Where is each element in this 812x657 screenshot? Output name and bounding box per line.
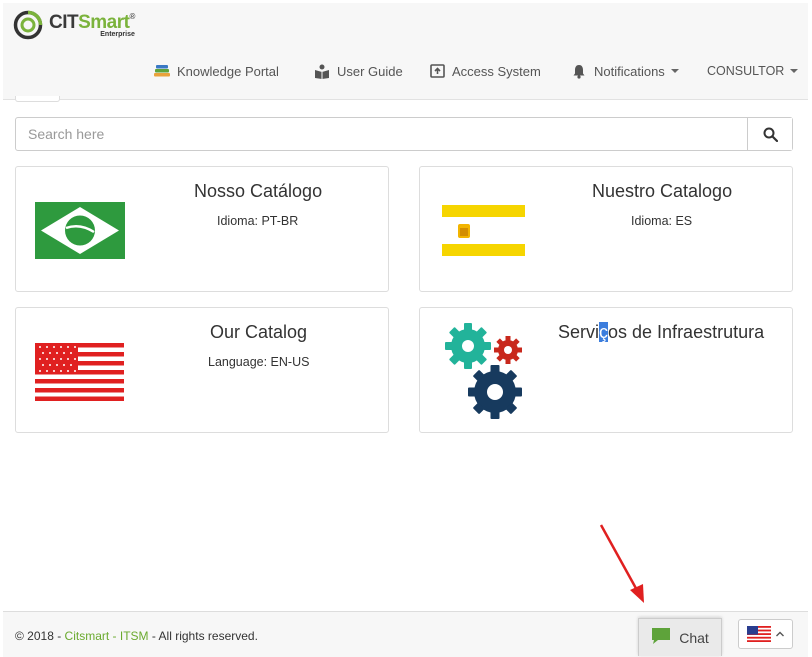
citsmart-logo[interactable]: CITSmart® Enterprise [13, 9, 135, 41]
logo-title: CITSmart® [49, 11, 135, 33]
top-header: CITSmart® Enterprise Knowledge Portal Us… [3, 3, 808, 100]
card-subtitle: Idioma: PT-BR [217, 214, 299, 228]
card-subtitle: Language: EN-US [208, 355, 310, 369]
external-window-icon [428, 63, 446, 79]
stack-books-icon [153, 63, 171, 79]
logo-text: CITSmart® Enterprise [49, 11, 135, 38]
nav-user-menu[interactable]: CONSULTOR [707, 64, 799, 78]
chat-label: Chat [679, 629, 709, 646]
search-input[interactable] [16, 118, 747, 150]
nav-notifications[interactable]: Notifications [570, 63, 679, 79]
top-nav: Knowledge Portal User Guide Access Syste… [3, 63, 808, 83]
card-title: Our Catalog [210, 322, 308, 342]
brazil-flag [35, 202, 125, 259]
text-selection: ç [599, 322, 609, 342]
nav-user-guide-label: User Guide [337, 63, 403, 79]
card-title: Serviços de Infraestrutura [558, 322, 765, 342]
tab-stub [15, 96, 60, 102]
nav-access-system-label: Access System [452, 63, 541, 79]
bell-icon [570, 63, 588, 79]
spain-flag [442, 205, 525, 256]
language-selector[interactable] [738, 619, 793, 649]
card-subtitle: Idioma: ES [631, 214, 693, 228]
nav-user-label: CONSULTOR [707, 64, 785, 78]
catalog-search [15, 117, 793, 151]
nav-access-system[interactable]: Access System [428, 63, 541, 79]
gears-icon [445, 323, 522, 419]
usa-flag [35, 343, 124, 401]
nav-user-guide[interactable]: User Guide [313, 63, 403, 79]
catalog-card-infra[interactable]: Serviços de Infraestrutura [419, 307, 793, 433]
chevron-down-icon [670, 69, 679, 73]
nav-notifications-label: Notifications [594, 63, 665, 79]
citsmart-logo-icon [13, 10, 43, 40]
book-reader-icon [313, 63, 331, 79]
page-footer: © 2018 - Citsmart - ITSM - All rights re… [3, 611, 808, 657]
chevron-down-icon [790, 69, 799, 73]
catalog-card-es[interactable]: Nuestro Catalogo Idioma: ES [419, 166, 793, 292]
nav-knowledge-portal[interactable]: Knowledge Portal [153, 63, 279, 79]
chat-bubble-icon [651, 627, 671, 648]
usa-flag-icon [746, 626, 771, 642]
nav-knowledge-portal-label: Knowledge Portal [177, 63, 279, 79]
catalog-card-en-us[interactable]: Our Catalog Language: EN-US [15, 307, 389, 433]
copyright-text: © 2018 - Citsmart - ITSM - All rights re… [15, 629, 258, 643]
chat-button[interactable]: Chat [638, 618, 722, 656]
chevron-up-icon [775, 631, 784, 637]
company-link[interactable]: Citsmart - ITSM [65, 629, 149, 643]
search-button[interactable] [747, 118, 792, 150]
card-title: Nuestro Catalogo [592, 181, 733, 201]
annotation-arrow-icon [599, 524, 644, 603]
search-icon [763, 127, 778, 142]
catalog-card-pt-br[interactable]: Nosso Catálogo Idioma: PT-BR [15, 166, 389, 292]
card-title: Nosso Catálogo [194, 181, 323, 201]
